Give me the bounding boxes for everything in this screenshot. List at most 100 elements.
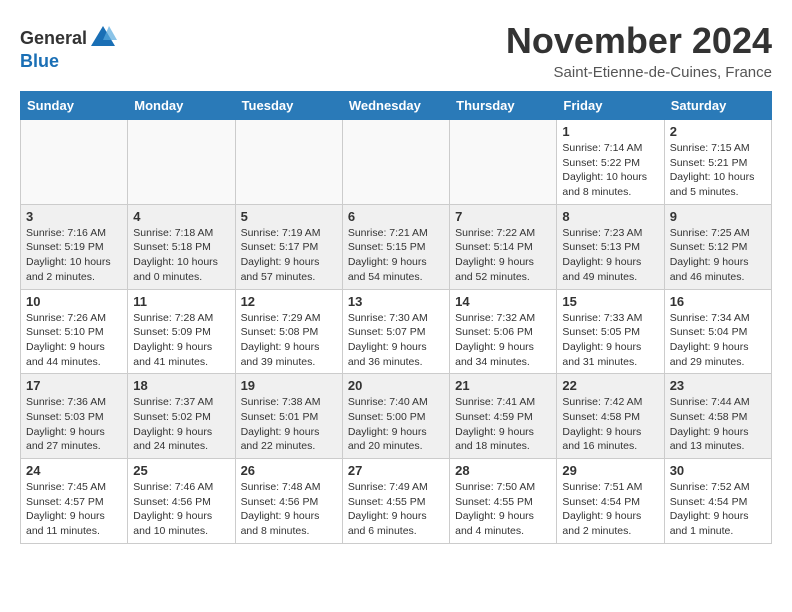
- day-info: Sunrise: 7:46 AM Sunset: 4:56 PM Dayligh…: [133, 480, 229, 539]
- day-info: Sunrise: 7:42 AM Sunset: 4:58 PM Dayligh…: [562, 395, 658, 454]
- logo: General Blue: [20, 24, 117, 72]
- day-number: 6: [348, 209, 444, 224]
- day-number: 18: [133, 378, 229, 393]
- day-info: Sunrise: 7:36 AM Sunset: 5:03 PM Dayligh…: [26, 395, 122, 454]
- calendar-cell: [128, 120, 235, 205]
- day-number: 14: [455, 294, 551, 309]
- calendar-cell: 30Sunrise: 7:52 AM Sunset: 4:54 PM Dayli…: [664, 459, 771, 544]
- calendar-cell: 6 Sunrise: 7:21 AM Sunset: 5:15 PM Daylig…: [342, 204, 449, 289]
- day-number: 23: [670, 378, 766, 393]
- calendar-cell: 8 Sunrise: 7:23 AM Sunset: 5:13 PM Daylig…: [557, 204, 664, 289]
- calendar-week-row: 1 Sunrise: 7:14 AM Sunset: 5:22 PM Daylig…: [21, 120, 772, 205]
- calendar-cell: 19 Sunrise: 7:38 AM Sunset: 5:01 PM Dayli…: [235, 374, 342, 459]
- day-info: Sunrise: 7:29 AM Sunset: 5:08 PM Dayligh…: [241, 311, 337, 370]
- calendar-cell: 27 Sunrise: 7:49 AM Sunset: 4:55 PM Dayli…: [342, 459, 449, 544]
- weekday-header-tuesday: Tuesday: [235, 92, 342, 120]
- day-number: 20: [348, 378, 444, 393]
- day-info: Sunrise: 7:51 AM Sunset: 4:54 PM Dayligh…: [562, 480, 658, 539]
- calendar-cell: 24 Sunrise: 7:45 AM Sunset: 4:57 PM Dayli…: [21, 459, 128, 544]
- day-number: 25: [133, 463, 229, 478]
- logo-icon: [89, 24, 117, 52]
- day-number: 16: [670, 294, 766, 309]
- day-info: Sunrise: 7:25 AM Sunset: 5:12 PM Dayligh…: [670, 226, 766, 285]
- calendar-week-row: 10Sunrise: 7:26 AM Sunset: 5:10 PM Dayli…: [21, 289, 772, 374]
- day-number: 19: [241, 378, 337, 393]
- day-info: Sunrise: 7:45 AM Sunset: 4:57 PM Dayligh…: [26, 480, 122, 539]
- day-info: Sunrise: 7:34 AM Sunset: 5:04 PM Dayligh…: [670, 311, 766, 370]
- day-number: 17: [26, 378, 122, 393]
- calendar-cell: 7Sunrise: 7:22 AM Sunset: 5:14 PM Daylig…: [450, 204, 557, 289]
- logo-text-general: General: [20, 29, 87, 47]
- day-info: Sunrise: 7:26 AM Sunset: 5:10 PM Dayligh…: [26, 311, 122, 370]
- day-number: 24: [26, 463, 122, 478]
- calendar-cell: 22 Sunrise: 7:42 AM Sunset: 4:58 PM Dayli…: [557, 374, 664, 459]
- calendar-week-row: 3Sunrise: 7:16 AM Sunset: 5:19 PM Daylig…: [21, 204, 772, 289]
- calendar-cell: 10Sunrise: 7:26 AM Sunset: 5:10 PM Dayli…: [21, 289, 128, 374]
- weekday-header-sunday: Sunday: [21, 92, 128, 120]
- day-number: 2: [670, 124, 766, 139]
- calendar-cell: [235, 120, 342, 205]
- day-info: Sunrise: 7:28 AM Sunset: 5:09 PM Dayligh…: [133, 311, 229, 370]
- day-number: 9: [670, 209, 766, 224]
- weekday-header-thursday: Thursday: [450, 92, 557, 120]
- calendar-cell: 26Sunrise: 7:48 AM Sunset: 4:56 PM Dayli…: [235, 459, 342, 544]
- day-info: Sunrise: 7:50 AM Sunset: 4:55 PM Dayligh…: [455, 480, 551, 539]
- day-number: 11: [133, 294, 229, 309]
- weekday-header-friday: Friday: [557, 92, 664, 120]
- calendar-cell: 25 Sunrise: 7:46 AM Sunset: 4:56 PM Dayli…: [128, 459, 235, 544]
- day-info: Sunrise: 7:15 AM Sunset: 5:21 PM Dayligh…: [670, 141, 766, 200]
- calendar-cell: 14 Sunrise: 7:32 AM Sunset: 5:06 PM Dayli…: [450, 289, 557, 374]
- main-title: November 2024: [506, 20, 772, 62]
- weekday-header-monday: Monday: [128, 92, 235, 120]
- day-number: 3: [26, 209, 122, 224]
- day-info: Sunrise: 7:40 AM Sunset: 5:00 PM Dayligh…: [348, 395, 444, 454]
- calendar-cell: 2 Sunrise: 7:15 AM Sunset: 5:21 PM Daylig…: [664, 120, 771, 205]
- day-number: 4: [133, 209, 229, 224]
- day-info: Sunrise: 7:30 AM Sunset: 5:07 PM Dayligh…: [348, 311, 444, 370]
- calendar-cell: 1 Sunrise: 7:14 AM Sunset: 5:22 PM Daylig…: [557, 120, 664, 205]
- logo-text-blue: Blue: [20, 51, 59, 71]
- day-info: Sunrise: 7:21 AM Sunset: 5:15 PM Dayligh…: [348, 226, 444, 285]
- calendar-cell: 29 Sunrise: 7:51 AM Sunset: 4:54 PM Dayli…: [557, 459, 664, 544]
- calendar-cell: 3Sunrise: 7:16 AM Sunset: 5:19 PM Daylig…: [21, 204, 128, 289]
- day-info: Sunrise: 7:37 AM Sunset: 5:02 PM Dayligh…: [133, 395, 229, 454]
- calendar-week-row: 24 Sunrise: 7:45 AM Sunset: 4:57 PM Dayli…: [21, 459, 772, 544]
- calendar-cell: 20 Sunrise: 7:40 AM Sunset: 5:00 PM Dayli…: [342, 374, 449, 459]
- calendar-cell: 18 Sunrise: 7:37 AM Sunset: 5:02 PM Dayli…: [128, 374, 235, 459]
- day-number: 29: [562, 463, 658, 478]
- calendar-cell: 11 Sunrise: 7:28 AM Sunset: 5:09 PM Dayli…: [128, 289, 235, 374]
- calendar-cell: 17 Sunrise: 7:36 AM Sunset: 5:03 PM Dayli…: [21, 374, 128, 459]
- day-info: Sunrise: 7:14 AM Sunset: 5:22 PM Dayligh…: [562, 141, 658, 200]
- day-info: Sunrise: 7:38 AM Sunset: 5:01 PM Dayligh…: [241, 395, 337, 454]
- day-number: 30: [670, 463, 766, 478]
- calendar-cell: 12 Sunrise: 7:29 AM Sunset: 5:08 PM Dayli…: [235, 289, 342, 374]
- subtitle: Saint-Etienne-de-Cuines, France: [506, 64, 772, 81]
- calendar-cell: 16 Sunrise: 7:34 AM Sunset: 5:04 PM Dayli…: [664, 289, 771, 374]
- calendar-cell: [450, 120, 557, 205]
- day-info: Sunrise: 7:41 AM Sunset: 4:59 PM Dayligh…: [455, 395, 551, 454]
- day-number: 21: [455, 378, 551, 393]
- day-number: 12: [241, 294, 337, 309]
- day-info: Sunrise: 7:44 AM Sunset: 4:58 PM Dayligh…: [670, 395, 766, 454]
- calendar-cell: [21, 120, 128, 205]
- calendar-cell: 4Sunrise: 7:18 AM Sunset: 5:18 PM Daylig…: [128, 204, 235, 289]
- day-number: 27: [348, 463, 444, 478]
- day-number: 1: [562, 124, 658, 139]
- calendar-cell: 21 Sunrise: 7:41 AM Sunset: 4:59 PM Dayli…: [450, 374, 557, 459]
- calendar-cell: 28 Sunrise: 7:50 AM Sunset: 4:55 PM Dayli…: [450, 459, 557, 544]
- day-number: 28: [455, 463, 551, 478]
- calendar-week-row: 17 Sunrise: 7:36 AM Sunset: 5:03 PM Dayli…: [21, 374, 772, 459]
- day-info: Sunrise: 7:49 AM Sunset: 4:55 PM Dayligh…: [348, 480, 444, 539]
- day-number: 5: [241, 209, 337, 224]
- day-info: Sunrise: 7:48 AM Sunset: 4:56 PM Dayligh…: [241, 480, 337, 539]
- day-number: 22: [562, 378, 658, 393]
- calendar-cell: 13Sunrise: 7:30 AM Sunset: 5:07 PM Dayli…: [342, 289, 449, 374]
- day-number: 8: [562, 209, 658, 224]
- weekday-header-wednesday: Wednesday: [342, 92, 449, 120]
- calendar-cell: [342, 120, 449, 205]
- calendar-cell: 5Sunrise: 7:19 AM Sunset: 5:17 PM Daylig…: [235, 204, 342, 289]
- weekday-header-saturday: Saturday: [664, 92, 771, 120]
- weekday-header-row: SundayMondayTuesdayWednesdayThursdayFrid…: [21, 92, 772, 120]
- day-info: Sunrise: 7:23 AM Sunset: 5:13 PM Dayligh…: [562, 226, 658, 285]
- day-info: Sunrise: 7:32 AM Sunset: 5:06 PM Dayligh…: [455, 311, 551, 370]
